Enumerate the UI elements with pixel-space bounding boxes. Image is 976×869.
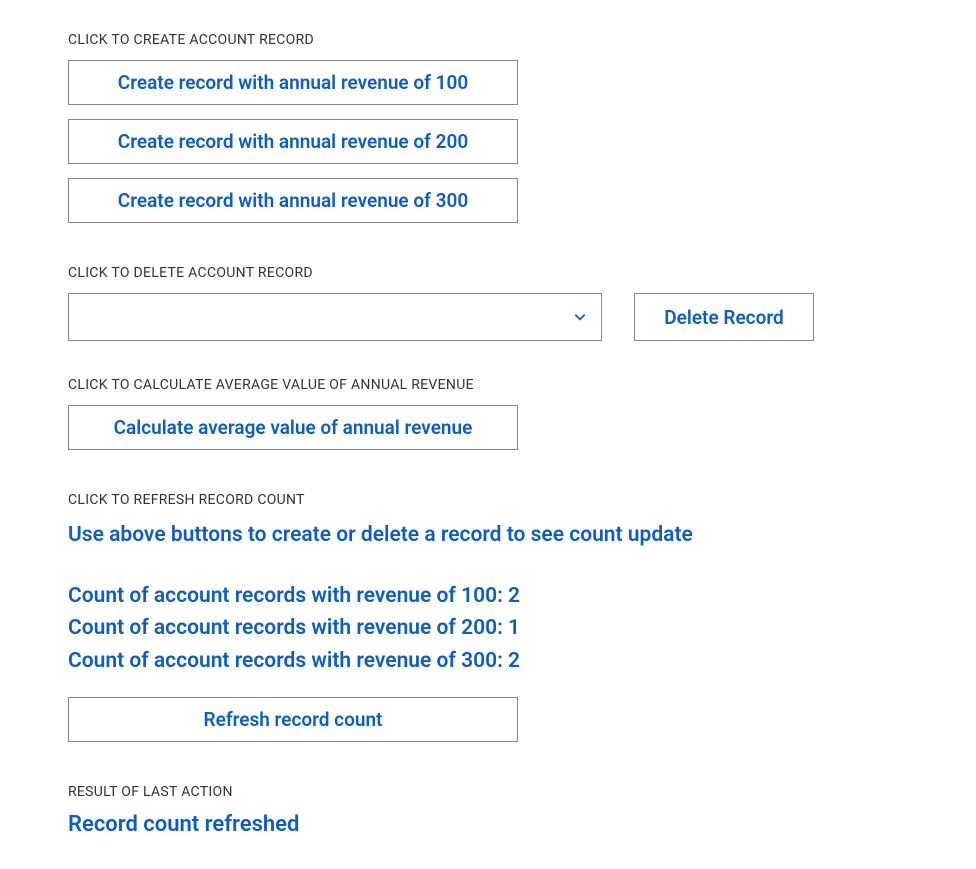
create-record-200-button[interactable]: Create record with annual revenue of 200 — [68, 119, 518, 164]
create-buttons-stack: Create record with annual revenue of 100… — [68, 60, 976, 223]
refresh-count-button[interactable]: Refresh record count — [68, 697, 518, 742]
result-text: Record count refreshed — [68, 812, 976, 837]
account-select-value — [69, 294, 601, 340]
create-account-section: CLICK TO CREATE ACCOUNT RECORD Create re… — [68, 32, 976, 223]
calculate-average-button[interactable]: Calculate average value of annual revenu… — [68, 405, 518, 450]
refresh-hint-text: Use above buttons to create or delete a … — [68, 520, 976, 552]
create-record-300-button[interactable]: Create record with annual revenue of 300 — [68, 178, 518, 223]
delete-account-section: CLICK TO DELETE ACCOUNT RECORD Delete Re… — [68, 265, 976, 341]
delete-row: Delete Record — [68, 293, 976, 341]
account-select[interactable] — [68, 293, 602, 341]
result-section-label: RESULT OF LAST ACTION — [68, 784, 976, 800]
count-lines: Count of account records with revenue of… — [68, 580, 976, 678]
create-record-100-button[interactable]: Create record with annual revenue of 100 — [68, 60, 518, 105]
create-section-label: CLICK TO CREATE ACCOUNT RECORD — [68, 32, 976, 48]
count-line-100: Count of account records with revenue of… — [68, 580, 976, 613]
refresh-section-label: CLICK TO REFRESH RECORD COUNT — [68, 492, 976, 508]
count-line-200: Count of account records with revenue of… — [68, 612, 976, 645]
refresh-count-section: CLICK TO REFRESH RECORD COUNT Use above … — [68, 492, 976, 742]
calculate-average-section: CLICK TO CALCULATE AVERAGE VALUE OF ANNU… — [68, 377, 976, 450]
delete-record-button[interactable]: Delete Record — [634, 293, 814, 341]
result-section: RESULT OF LAST ACTION Record count refre… — [68, 784, 976, 837]
delete-section-label: CLICK TO DELETE ACCOUNT RECORD — [68, 265, 976, 281]
calculate-section-label: CLICK TO CALCULATE AVERAGE VALUE OF ANNU… — [68, 377, 976, 393]
count-line-300: Count of account records with revenue of… — [68, 645, 976, 678]
